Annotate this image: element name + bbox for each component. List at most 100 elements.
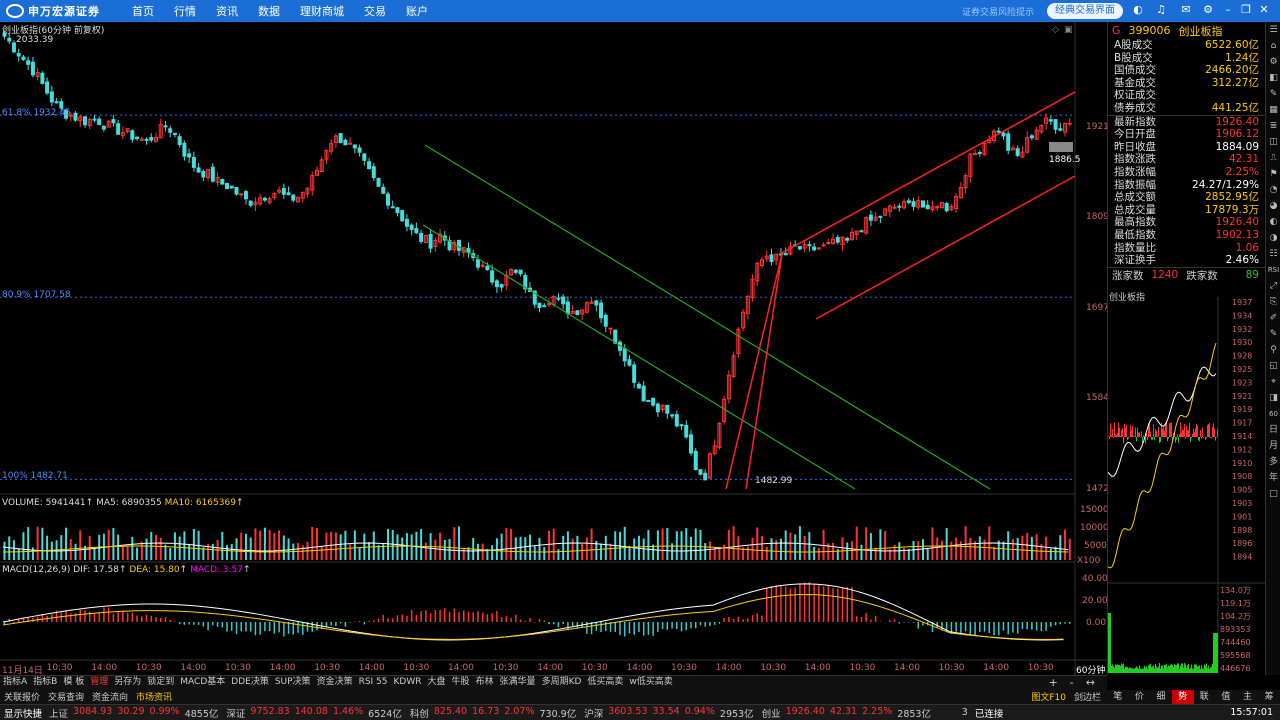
candle-body — [168, 128, 173, 133]
toolbar-icon[interactable]: ☰ — [1266, 23, 1280, 38]
status-bar: 显示快捷 上证 3084.93 30.29 0.99% 4855亿 深证 9752.83 14… — [0, 704, 1280, 720]
toolbar-icon[interactable]: ◫ — [1266, 135, 1280, 150]
classic-trade-button[interactable]: 经典交易界面 — [1047, 3, 1123, 19]
restore-icon[interactable]: ❐ — [1240, 4, 1252, 16]
toolbar-icon[interactable]: 年 — [1266, 471, 1280, 486]
quick-display-button[interactable]: 显示快捷 — [4, 706, 42, 720]
skin-icon[interactable]: ◐ — [1132, 4, 1144, 16]
right-tab[interactable]: 主 — [1237, 690, 1259, 704]
toolbar-icon[interactable]: ⚲ — [1266, 343, 1280, 358]
indicator-tab[interactable]: w低买高卖 — [626, 676, 675, 688]
toolbar-icon[interactable]: RSI — [1266, 263, 1280, 278]
indicator-tab[interactable]: 多周期KD — [539, 676, 585, 688]
right-tab[interactable]: 细 — [1150, 690, 1172, 704]
indicator-tab[interactable]: DDE决策 — [228, 676, 272, 688]
toolbar-icon[interactable]: ▦ — [1266, 103, 1280, 118]
zoom-control-icon[interactable]: ↔ — [1086, 676, 1095, 689]
ticker-field: 4855亿 — [184, 708, 219, 720]
close-icon[interactable]: ✕ — [1258, 4, 1270, 16]
toolbar-icon[interactable]: 日 — [1266, 423, 1280, 438]
bottom-tab[interactable]: 交易查询 — [44, 690, 88, 703]
breadth-row: 涨家数 1240 跌家数 89 — [1108, 266, 1265, 283]
bottom-tab[interactable]: 关联报价 — [0, 690, 44, 703]
toolbar-icon[interactable]: □ — [1266, 487, 1280, 502]
zoom-control-icon[interactable]: + — [1049, 676, 1058, 689]
menu-quotes[interactable]: 行情 — [174, 3, 196, 19]
kline-chart-svg[interactable]: ◇ ▣ — [0, 22, 1107, 675]
quote-row-label: 今日开盘 — [1114, 128, 1156, 141]
right-tab[interactable]: 笔 — [1107, 690, 1129, 704]
indicator-tab[interactable]: 资金决策 — [314, 676, 356, 688]
indicator-tab[interactable]: 管理 — [87, 676, 111, 688]
menu-home[interactable]: 首页 — [132, 3, 154, 19]
time-label: 14:00 — [626, 663, 653, 673]
toolbar-icon[interactable]: ⌖ — [1266, 375, 1280, 390]
toolbar-icon[interactable]: ☷ — [1266, 247, 1280, 262]
indicator-tab[interactable]: 模 板 — [60, 676, 87, 688]
indicator-tab[interactable]: 锁定到 — [144, 676, 177, 688]
indicator-tab[interactable]: SUP决策 — [272, 676, 314, 688]
indicator-tab[interactable]: 布林 — [473, 676, 497, 688]
ticker-field: 0.99% — [149, 705, 180, 717]
toolbar-icon[interactable]: ✎ — [1266, 327, 1280, 342]
indicator-tab[interactable]: MACD基本 — [177, 676, 228, 688]
candle-body — [1029, 135, 1034, 139]
toolbar-icon[interactable]: ✐ — [1266, 311, 1280, 326]
bottom-tab[interactable]: 资金流向 — [88, 690, 132, 703]
toolbar-icon[interactable]: ⎍ — [1266, 151, 1280, 166]
toolbar-icon[interactable]: ≣ — [1266, 119, 1280, 134]
menu-account[interactable]: 账户 — [406, 3, 428, 19]
ticker-field: 16.73 — [472, 705, 500, 717]
indicator-tab[interactable]: 牛股 — [449, 676, 473, 688]
menu-data[interactable]: 数据 — [258, 3, 280, 19]
toolbar-icon[interactable]: ⚑ — [1266, 167, 1280, 182]
indicator-tab[interactable]: 另存为 — [111, 676, 144, 688]
toolbar-icon[interactable]: ⚙ — [1266, 55, 1280, 70]
headset-icon[interactable]: ♫ — [1155, 4, 1167, 16]
indicator-tab[interactable]: 大盘 — [425, 676, 449, 688]
toolbar-icon[interactable]: ⎘ — [1266, 295, 1280, 310]
toolbar-icon[interactable]: ◔ — [1266, 183, 1280, 198]
minimize-icon[interactable]: – — [1222, 4, 1234, 16]
indicator-tab[interactable]: 张满华量 — [497, 676, 539, 688]
price-marker — [1049, 142, 1073, 152]
menu-trade[interactable]: 交易 — [364, 3, 386, 19]
bottom-right-tab[interactable]: 图文F10 — [1031, 690, 1066, 703]
toolbar-icon[interactable]: ⤢ — [1266, 279, 1280, 294]
toolbar-icon[interactable]: ◑ — [1266, 231, 1280, 246]
indicator-tab[interactable]: KDWR — [391, 676, 425, 688]
indicator-tab[interactable]: 指标A — [0, 676, 30, 688]
zoom-control-icon[interactable]: - — [1070, 676, 1074, 689]
right-tab[interactable]: 价 — [1129, 690, 1151, 704]
toolbar-icon[interactable]: ◱ — [1266, 359, 1280, 374]
indicator-tab[interactable]: RSI 55 — [356, 676, 391, 688]
time-label: 10:30 — [849, 663, 876, 673]
toolbar-icon[interactable]: ⌂ — [1266, 39, 1280, 54]
candle-body — [897, 205, 902, 208]
toolbar-icon[interactable]: ◧ — [1266, 71, 1280, 86]
toolbar-icon[interactable]: 月 — [1266, 439, 1280, 454]
bottom-tab[interactable]: 市场资讯 — [132, 690, 176, 703]
intraday-mini-chart[interactable]: 1937 1934 1932 1930 1928 1925 1923 1921 1919 1917… — [1108, 297, 1266, 677]
toolbar-icon[interactable]: 多 — [1266, 455, 1280, 470]
settings-icon[interactable]: ⚙ — [1202, 4, 1214, 16]
toolbar-icon[interactable]: ◕ — [1266, 199, 1280, 214]
candle-body — [40, 72, 45, 84]
candle-body — [1048, 119, 1053, 122]
toolbar-icon[interactable]: 60 — [1266, 407, 1280, 422]
toolbar-icon[interactable]: ✎ — [1266, 87, 1280, 102]
right-tab[interactable]: 筹 — [1258, 690, 1280, 704]
bottom-right-tab[interactable]: 剑边栏 — [1074, 690, 1101, 703]
indicator-tab[interactable]: 指标B — [30, 676, 60, 688]
right-toolbar: ☰ ⌂ ⚙ ◧ ✎ ▦ ≣ ◫ ⎍ ⚑ ◔ ◕ ◐ ◑ ☷ RSI ⤢ ⎘ ✐ ✎ ⚲ ◱ ⌖ ◨ 60 日月多年 □ — [1265, 22, 1280, 675]
mail-icon[interactable]: ✉ — [1180, 4, 1192, 16]
menu-news[interactable]: 资讯 — [216, 3, 238, 19]
toolbar-icon[interactable]: ◨ — [1266, 391, 1280, 406]
kline-chart-area[interactable]: ◇ ▣ 创业板指(60分钟 前复权) 2033.39 1482.99 61.8% … — [0, 22, 1109, 676]
right-tab[interactable]: 联 — [1194, 690, 1216, 704]
toolbar-icon[interactable]: ◐ — [1266, 215, 1280, 230]
menu-wealth-mall[interactable]: 理财商城 — [300, 3, 344, 19]
indicator-tab[interactable]: 低买高卖 — [584, 676, 626, 688]
right-tab[interactable]: 值 — [1215, 690, 1237, 704]
right-tab[interactable]: 势 — [1171, 690, 1194, 704]
